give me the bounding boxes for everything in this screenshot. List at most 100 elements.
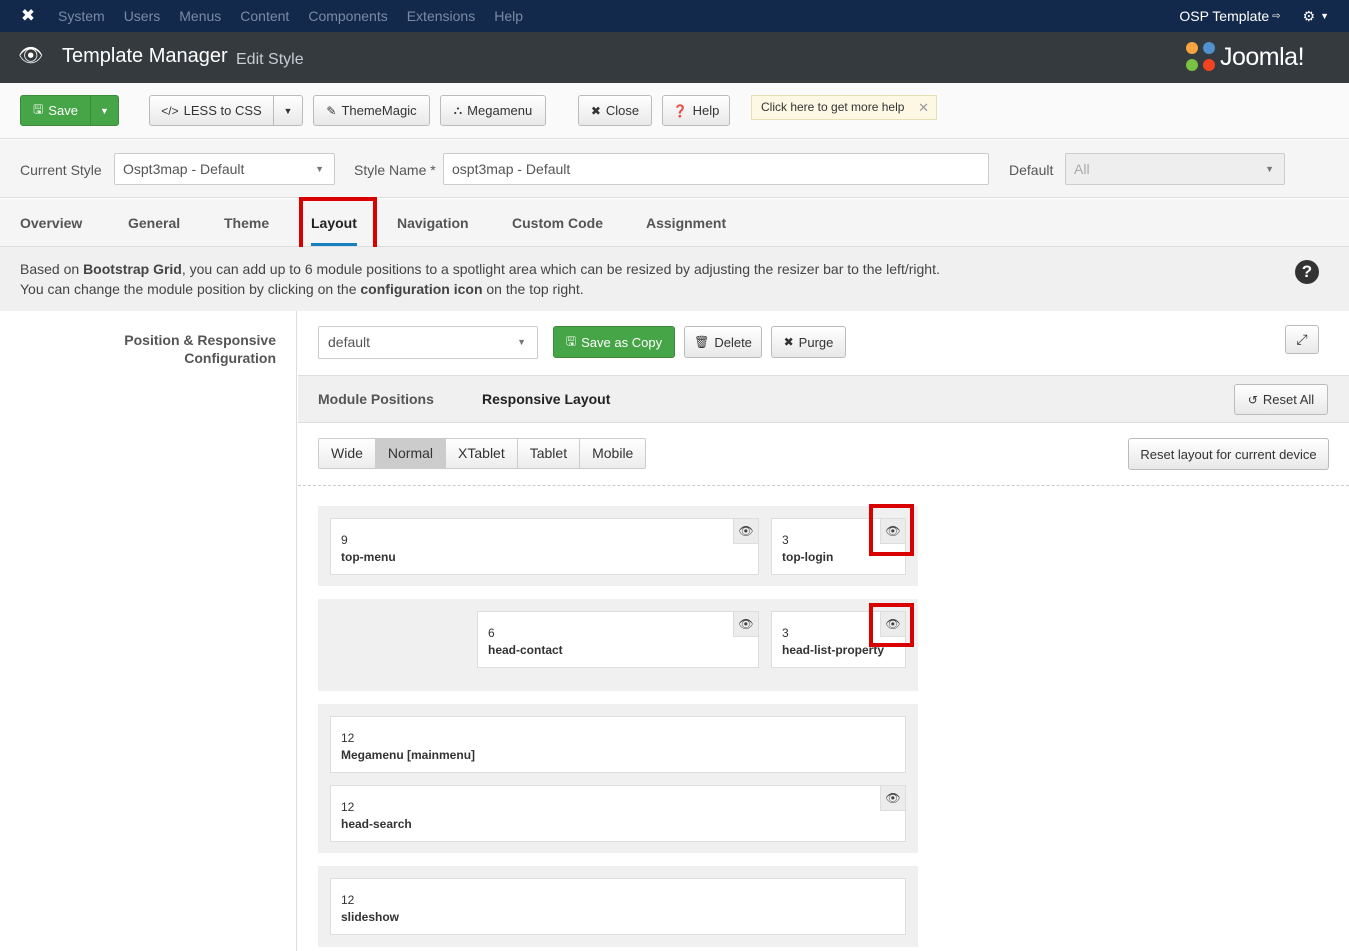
save-as-copy-label: Save as Copy [581,334,663,350]
close-icon[interactable]: ✕ [918,96,929,119]
page-header: 👁 Template Manager Edit Style Joomla! [0,32,1349,83]
menu-components[interactable]: Components [308,0,387,32]
device-xtablet-button[interactable]: XTablet [446,439,518,468]
default-select: All ▼ [1065,153,1285,185]
close-button[interactable]: ✖ Close [578,95,652,126]
eye-icon[interactable]: 👁 [880,786,905,811]
purge-label: Purge [798,334,834,350]
expand-icon: ⤢ [1296,331,1308,347]
save-dropdown-button[interactable]: ▼ [90,95,119,126]
menu-users[interactable]: Users [124,0,161,32]
info-text: , you can add up to 6 module positions t… [181,261,940,277]
less-dropdown-button[interactable]: ▼ [273,95,303,126]
module-name: slideshow [341,910,400,924]
info-bold-text: Bootstrap Grid [83,261,182,277]
menu-help[interactable]: Help [494,0,523,32]
close-icon: ✖ [783,335,794,349]
sitemap-icon: ⛬ [453,103,463,117]
info-text: on the top right. [482,281,584,297]
admin-menu: System Users Menus Content Components Ex… [58,0,542,32]
module-block[interactable]: 12 Megamenu [mainmenu] [330,716,906,773]
save-as-copy-button[interactable]: 🖫 Save as Copy [553,326,675,358]
eye-icon[interactable]: 👁 [733,519,758,544]
current-style-select[interactable]: Ospt3map - Default ▼ [114,153,335,185]
reset-device-layout-button[interactable]: Reset layout for current device [1128,438,1329,470]
current-style-label: Current Style [20,162,102,178]
tab-theme[interactable]: Theme [224,215,269,231]
device-mobile-button[interactable]: Mobile [580,439,646,468]
chevron-down-icon: ▼ [1265,164,1274,174]
module-block[interactable]: 12 slideshow [330,878,906,935]
save-icon: 🖫 [33,102,44,116]
trash-icon: 🗑 [694,335,710,349]
site-name-link[interactable]: OSP Template [1179,8,1269,24]
device-wide-button[interactable]: Wide [319,439,376,468]
module-name: top-login [782,550,834,564]
topnav-right: OSP Template ⇨ ⚙ ▼ [1179,0,1329,32]
module-block[interactable]: 6 head-contact 👁 [477,611,759,668]
highlight-box-eye [869,504,914,556]
question-circle-icon[interactable]: ? [1295,260,1319,284]
toolbar: 🖫 Save ▼ </> LESS to CSS ▼ ✎ ThemeMagic ⛬ Me… [0,83,1349,139]
tab-responsive-layout[interactable]: Responsive Layout [482,391,610,407]
tab-navigation[interactable]: Navigation [397,215,469,231]
less-label: LESS to CSS [183,103,262,118]
question-circle-icon: ❓ [672,103,688,118]
module-block[interactable]: 12 head-search 👁 [330,785,906,842]
joomla-mark-icon [1186,42,1216,72]
joomla-logo-icon[interactable]: ✖ [18,6,38,26]
megamenu-label: Megamenu [467,103,533,118]
divider [298,485,1349,486]
less-to-css-button[interactable]: </> LESS to CSS [149,95,274,126]
save-button[interactable]: 🖫 Save [20,95,91,126]
chevron-down-icon: ▼ [283,105,293,116]
eye-icon: 👁 [18,45,44,67]
fullscreen-button[interactable]: ⤢ [1285,325,1319,354]
module-span: 3 [782,533,789,547]
config-label-line-2: Configuration [184,350,276,366]
tab-module-positions[interactable]: Module Positions [318,391,434,407]
save-icon: 🖫 [565,333,577,348]
layout-row: 6 head-contact 👁 3 head-list-property 👁 [318,599,918,691]
chevron-down-icon[interactable]: ▼ [1320,11,1329,21]
menu-extensions[interactable]: Extensions [407,0,475,32]
layout-row: 12 Megamenu [mainmenu] 12 head-search 👁 [318,704,918,853]
help-tooltip[interactable]: Click here to get more help ✕ [751,95,937,120]
style-settings-row: Current Style Ospt3map - Default ▼ Style… [0,140,1349,198]
tab-overview[interactable]: Overview [20,215,82,231]
thememagic-button[interactable]: ✎ ThemeMagic [313,95,430,126]
reset-all-button[interactable]: ↺ Reset All [1234,384,1328,415]
style-name-input[interactable]: ospt3map - Default [443,153,989,185]
module-span: 12 [341,800,355,814]
device-normal-button[interactable]: Normal [375,439,447,468]
info-text: Based on [20,261,84,277]
layout-select[interactable]: default ▼ [318,326,538,359]
tab-general[interactable]: General [128,215,180,231]
default-label: Default [1009,162,1054,178]
delete-label: Delete [714,334,752,350]
chevron-down-icon: ▼ [315,164,324,174]
tab-custom-code[interactable]: Custom Code [512,215,603,231]
magic-wand-icon: ✎ [326,103,337,118]
device-tablet-button[interactable]: Tablet [517,439,581,468]
help-button[interactable]: ❓ Help [662,95,730,126]
purge-button[interactable]: ✖ Purge [771,326,846,358]
close-label: Close [605,103,640,118]
gear-icon[interactable]: ⚙ [1303,8,1316,25]
joomla-wordmark: Joomla! [1220,42,1305,71]
module-span: 3 [782,626,789,640]
save-label: Save [48,103,78,118]
megamenu-button[interactable]: ⛬ Megamenu [440,95,546,126]
menu-system[interactable]: System [58,0,105,32]
delete-button[interactable]: 🗑 Delete [684,326,762,358]
eye-icon[interactable]: 👁 [733,612,758,637]
highlight-box-eye [869,603,914,647]
joomla-brand-logo: Joomla! [1186,42,1305,72]
tab-assignment[interactable]: Assignment [646,215,726,231]
reset-all-label: Reset All [1262,392,1315,407]
menu-content[interactable]: Content [240,0,289,32]
module-name: head-search [341,817,412,831]
thememagic-label: ThemeMagic [341,103,417,118]
module-block[interactable]: 9 top-menu 👁 [330,518,759,575]
menu-menus[interactable]: Menus [179,0,221,32]
